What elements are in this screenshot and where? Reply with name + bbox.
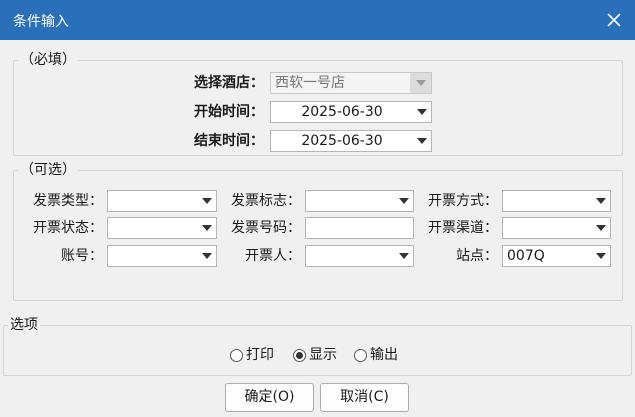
radio-print[interactable]: 打印: [230, 345, 274, 365]
issue-status-select[interactable]: [107, 217, 217, 239]
end-date-value: 2025-06-30: [301, 133, 383, 149]
chevron-down-icon: [417, 138, 427, 144]
radio-circle-checked: [293, 348, 306, 362]
title-bar[interactable]: 条件输入: [0, 0, 635, 40]
radio-export[interactable]: 输出: [354, 345, 398, 365]
chevron-down-icon: [596, 225, 606, 231]
optional-legend: （可选）: [18, 162, 78, 178]
hotel-label: 选择酒店：: [194, 75, 264, 91]
chevron-down-icon: [596, 198, 606, 204]
invoice-flag-select[interactable]: [305, 190, 414, 212]
chevron-down-icon: [202, 198, 212, 204]
hotel-select[interactable]: 西软一号店: [270, 72, 432, 94]
close-icon: [607, 13, 621, 27]
start-date-picker[interactable]: 2025-06-30: [270, 101, 432, 123]
dialog-title: 条件输入: [13, 14, 69, 30]
invoice-number-label: 发票号码：: [231, 220, 301, 236]
station-select[interactable]: 007Q: [502, 245, 611, 267]
chevron-down-icon: [202, 225, 212, 231]
radio-display[interactable]: 显示: [293, 345, 337, 365]
issue-method-label: 开票方式：: [428, 193, 498, 209]
condition-input-dialog: 条件输入 （必填） 选择酒店： 西软一号店 开始时间： 2025-06-30 结…: [0, 0, 635, 417]
issue-channel-label: 开票渠道：: [428, 220, 498, 236]
invoice-flag-label: 发票标志：: [231, 193, 301, 209]
chevron-down-icon: [416, 80, 426, 86]
start-date-value: 2025-06-30: [301, 104, 383, 120]
required-legend: （必填）: [18, 52, 78, 68]
issue-status-label: 开票状态：: [33, 220, 103, 236]
account-select[interactable]: [107, 245, 217, 267]
invoice-type-label: 发票类型：: [33, 193, 103, 209]
issuer-select[interactable]: [305, 245, 414, 267]
radio-circle: [354, 348, 367, 362]
chevron-down-icon: [399, 253, 409, 259]
issuer-label: 开票人：: [245, 248, 301, 264]
hotel-value: 西软一号店: [275, 75, 345, 91]
account-label: 账号：: [61, 248, 103, 264]
station-value: 007Q: [507, 248, 545, 264]
close-button[interactable]: [598, 4, 630, 36]
chevron-down-icon: [202, 253, 212, 259]
end-time-label: 结束时间：: [194, 133, 264, 149]
ok-button[interactable]: 确定(O): [225, 383, 314, 412]
options-legend: 选项: [8, 317, 40, 333]
cancel-button[interactable]: 取消(C): [320, 383, 409, 412]
start-time-label: 开始时间：: [194, 104, 264, 120]
output-mode-radios: 打印 显示 输出: [0, 345, 635, 365]
invoice-type-select[interactable]: [107, 190, 217, 212]
chevron-down-icon: [596, 253, 606, 259]
chevron-down-icon: [417, 109, 427, 115]
issue-channel-select[interactable]: [502, 217, 611, 239]
end-date-picker[interactable]: 2025-06-30: [270, 130, 432, 152]
station-label: 站点：: [456, 248, 498, 264]
invoice-number-input[interactable]: [305, 217, 414, 239]
chevron-down-icon: [399, 198, 409, 204]
issue-method-select[interactable]: [502, 190, 611, 212]
radio-circle: [230, 348, 243, 362]
